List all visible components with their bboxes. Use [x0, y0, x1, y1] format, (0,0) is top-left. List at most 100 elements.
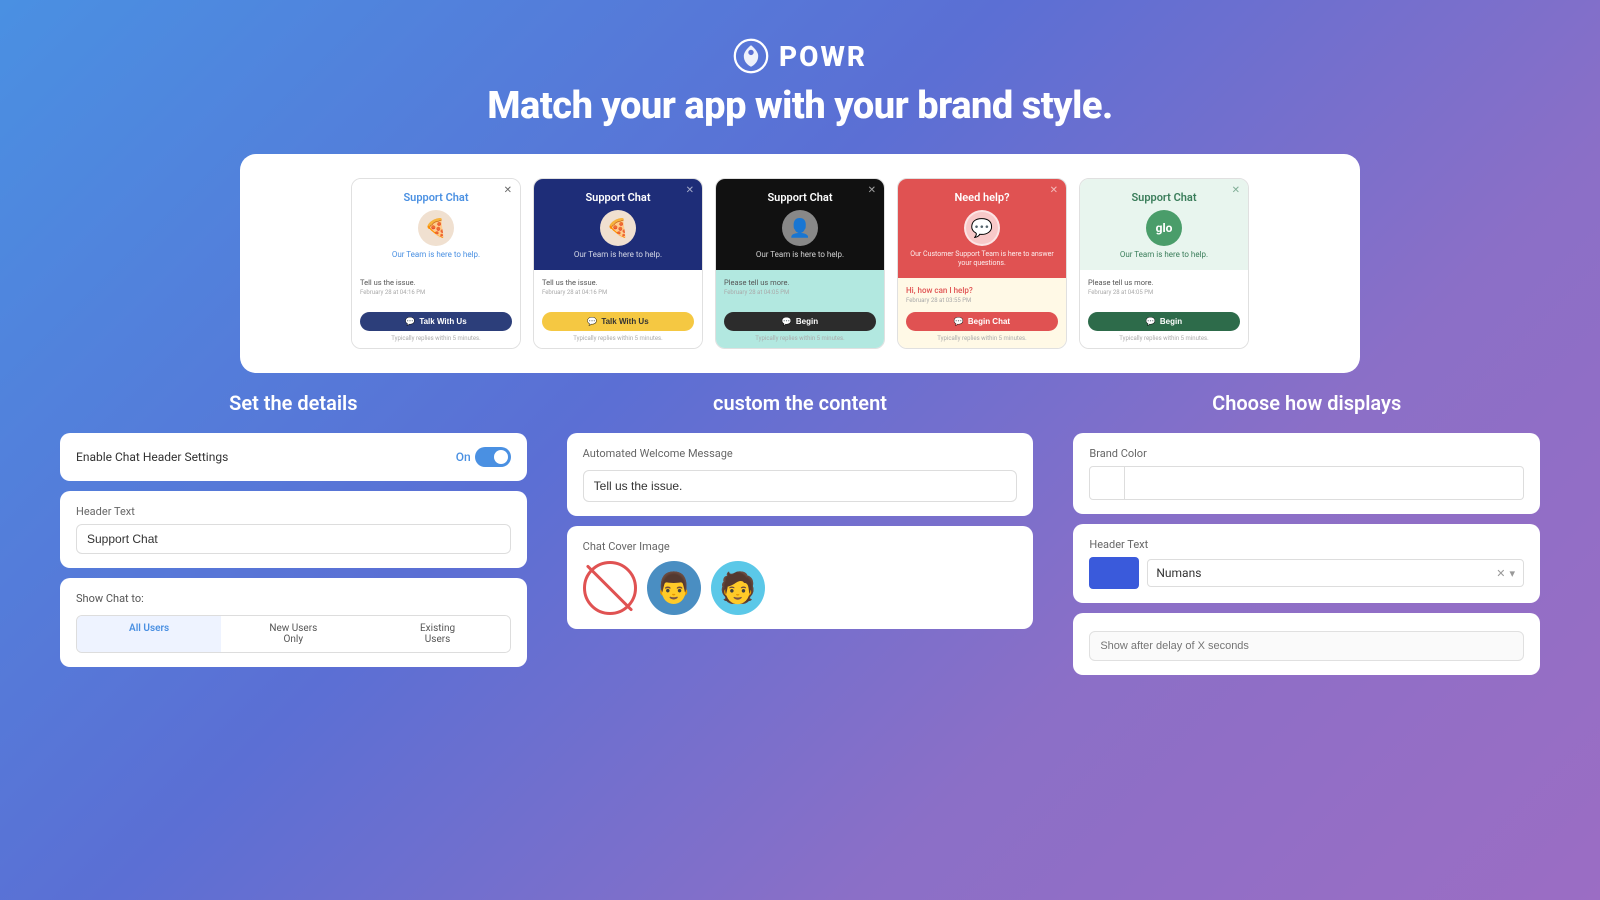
- header-text-row: Numans ✕ ▾: [1089, 557, 1524, 589]
- card5-title: Support Chat: [1090, 191, 1238, 204]
- toggle-container: On: [456, 447, 511, 467]
- card3-btn-label: Begin: [796, 317, 818, 326]
- header-text-label: Header Text: [76, 505, 511, 518]
- middle-column: custom the content Automated Welcome Mes…: [567, 391, 1034, 685]
- show-chat-label: Show Chat to:: [76, 592, 511, 605]
- welcome-message-card: Automated Welcome Message: [567, 433, 1034, 516]
- left-section-title: Set the details: [229, 391, 357, 415]
- card1-avatar: 🍕: [418, 210, 454, 246]
- page-header: POWR Match your app with your brand styl…: [0, 0, 1600, 144]
- font-header-card: Header Text Numans ✕ ▾: [1073, 524, 1540, 603]
- show-chat-card: Show Chat to: All Users New UsersOnly Ex…: [60, 578, 527, 667]
- card4-btn-icon: 💬: [954, 317, 964, 326]
- card5-body: Please tell us more. February 28 at 04:0…: [1080, 270, 1248, 348]
- preview-card-4: ✕ Need help? 💬 Our Customer Support Team…: [897, 178, 1067, 349]
- right-section-title: Choose how displays: [1212, 391, 1401, 415]
- font-color-swatch[interactable]: [1089, 557, 1139, 589]
- enable-chat-card: Enable Chat Header Settings On: [60, 433, 527, 481]
- card3-subtitle: Our Team is here to help.: [726, 250, 874, 260]
- toggle-switch[interactable]: [475, 447, 511, 467]
- card1-title: Support Chat: [362, 191, 510, 204]
- page-tagline: Match your app with your brand style.: [0, 84, 1600, 128]
- header-text-card: Header Text: [60, 491, 527, 568]
- card3-avatar: 👤: [782, 210, 818, 246]
- card2-btn-label: Talk With Us: [601, 317, 648, 326]
- delay-input[interactable]: [1089, 631, 1524, 661]
- logo-row: POWR: [0, 38, 1600, 74]
- card2-body: Tell us the issue. February 28 at 04:16 …: [534, 270, 702, 348]
- card5-close[interactable]: ✕: [1232, 185, 1240, 196]
- radio-group: All Users New UsersOnly ExistingUsers: [76, 615, 511, 653]
- card4-btn-label: Begin Chat: [968, 317, 1010, 326]
- radio-new-users[interactable]: New UsersOnly: [221, 616, 365, 652]
- right-column: Choose how displays Brand Color Header T…: [1073, 391, 1540, 685]
- card4-title: Need help?: [908, 191, 1056, 204]
- middle-section-title: custom the content: [713, 391, 887, 415]
- welcome-message-label: Automated Welcome Message: [583, 447, 1018, 460]
- card4-footer: Typically replies within 5 minutes.: [906, 335, 1058, 342]
- card5-btn-icon: 💬: [1146, 317, 1156, 326]
- card5-message: Please tell us more.: [1088, 278, 1240, 287]
- card2-header: ✕ Support Chat 🍕 Our Team is here to hel…: [534, 179, 702, 270]
- font-header-label: Header Text: [1089, 538, 1524, 551]
- card3-date: February 28 at 04:05 PM: [724, 289, 876, 296]
- no-image-option[interactable]: [583, 561, 637, 615]
- card2-close[interactable]: ✕: [686, 185, 694, 196]
- radio-existing-users[interactable]: ExistingUsers: [365, 616, 509, 652]
- dropdown-icons: ✕ ▾: [1496, 567, 1515, 580]
- card3-header: ✕ Support Chat 👤 Our Team is here to hel…: [716, 179, 884, 270]
- preview-card-3: ✕ Support Chat 👤 Our Team is here to hel…: [715, 178, 885, 349]
- toggle-row: Enable Chat Header Settings On: [76, 447, 511, 467]
- card4-close[interactable]: ✕: [1050, 185, 1058, 196]
- delay-card: [1073, 613, 1540, 675]
- left-column: Set the details Enable Chat Header Setti…: [60, 391, 527, 685]
- brand-color-label: Brand Color: [1089, 447, 1524, 460]
- font-dropdown[interactable]: Numans ✕ ▾: [1147, 559, 1524, 587]
- card1-btn-icon: 💬: [405, 317, 415, 326]
- card3-body: Please tell us more. February 28 at 04:0…: [716, 270, 884, 348]
- card4-message: Hi, how can I help?: [906, 286, 1058, 295]
- card4-header: ✕ Need help? 💬 Our Customer Support Team…: [898, 179, 1066, 278]
- preview-section: ✕ Support Chat 🍕 Our Team is here to hel…: [240, 154, 1360, 373]
- color-preview-swatch[interactable]: [1089, 466, 1125, 500]
- card5-subtitle: Our Team is here to help.: [1090, 250, 1238, 260]
- card1-footer: Typically replies within 5 minutes.: [360, 335, 512, 342]
- logo-text: POWR: [779, 40, 867, 73]
- card1-close[interactable]: ✕: [504, 185, 512, 196]
- card5-btn[interactable]: 💬 Begin: [1088, 312, 1240, 331]
- card3-btn-icon: 💬: [782, 317, 792, 326]
- avatar-option-1[interactable]: 👨: [647, 561, 701, 615]
- card2-avatar: 🍕: [600, 210, 636, 246]
- card4-btn[interactable]: 💬 Begin Chat: [906, 312, 1058, 331]
- card4-date: February 28 at 03:55 PM: [906, 297, 1058, 304]
- card5-header: ✕ Support Chat glo Our Team is here to h…: [1080, 179, 1248, 270]
- preview-card-1: ✕ Support Chat 🍕 Our Team is here to hel…: [351, 178, 521, 349]
- color-text-input[interactable]: [1125, 466, 1524, 500]
- card3-btn[interactable]: 💬 Begin: [724, 312, 876, 331]
- card1-date: February 28 at 04:16 PM: [360, 289, 512, 296]
- preview-card-2: ✕ Support Chat 🍕 Our Team is here to hel…: [533, 178, 703, 349]
- card1-btn-label: Talk With Us: [419, 317, 466, 326]
- card5-avatar: glo: [1146, 210, 1182, 246]
- cover-image-card: Chat Cover Image 👨 🧑: [567, 526, 1034, 629]
- card1-btn[interactable]: 💬 Talk With Us: [360, 312, 512, 331]
- card2-message: Tell us the issue.: [542, 278, 694, 287]
- card2-title: Support Chat: [544, 191, 692, 204]
- card3-title: Support Chat: [726, 191, 874, 204]
- powr-logo-icon: [733, 38, 769, 74]
- radio-all-users[interactable]: All Users: [77, 616, 221, 652]
- card3-close[interactable]: ✕: [868, 185, 876, 196]
- welcome-message-input[interactable]: [583, 470, 1018, 502]
- card2-btn[interactable]: 💬 Talk With Us: [542, 312, 694, 331]
- header-text-input[interactable]: [76, 524, 511, 554]
- card1-subtitle: Our Team is here to help.: [362, 250, 510, 260]
- card5-btn-label: Begin: [1160, 317, 1182, 326]
- card5-date: February 28 at 04:05 PM: [1088, 289, 1240, 296]
- bottom-section: Set the details Enable Chat Header Setti…: [60, 391, 1540, 685]
- avatar-option-2[interactable]: 🧑: [711, 561, 765, 615]
- color-input-row: [1089, 466, 1524, 500]
- card2-btn-icon: 💬: [587, 317, 597, 326]
- card5-footer: Typically replies within 5 minutes.: [1088, 335, 1240, 342]
- card3-message: Please tell us more.: [724, 278, 876, 287]
- card4-avatar: 💬: [964, 210, 1000, 246]
